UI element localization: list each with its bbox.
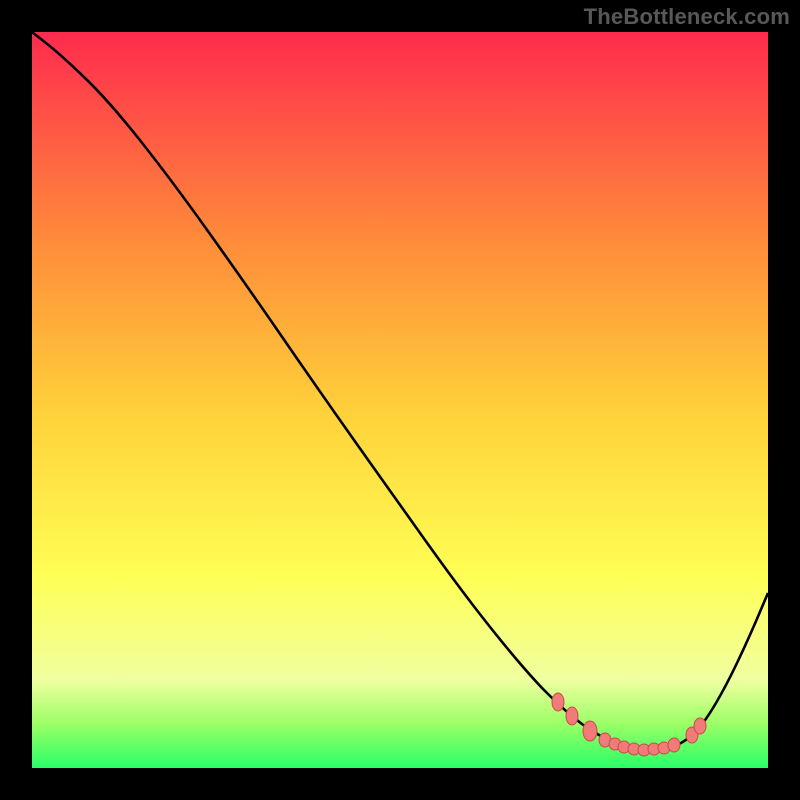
- optimal-dot: [694, 718, 706, 734]
- optimal-dot: [668, 738, 680, 752]
- optimal-dot: [583, 721, 597, 741]
- chart-canvas: [0, 0, 800, 800]
- optimal-dot: [566, 707, 578, 725]
- bottleneck-chart: TheBottleneck.com: [0, 0, 800, 800]
- optimal-dot: [552, 693, 564, 711]
- attribution-label: TheBottleneck.com: [584, 4, 790, 30]
